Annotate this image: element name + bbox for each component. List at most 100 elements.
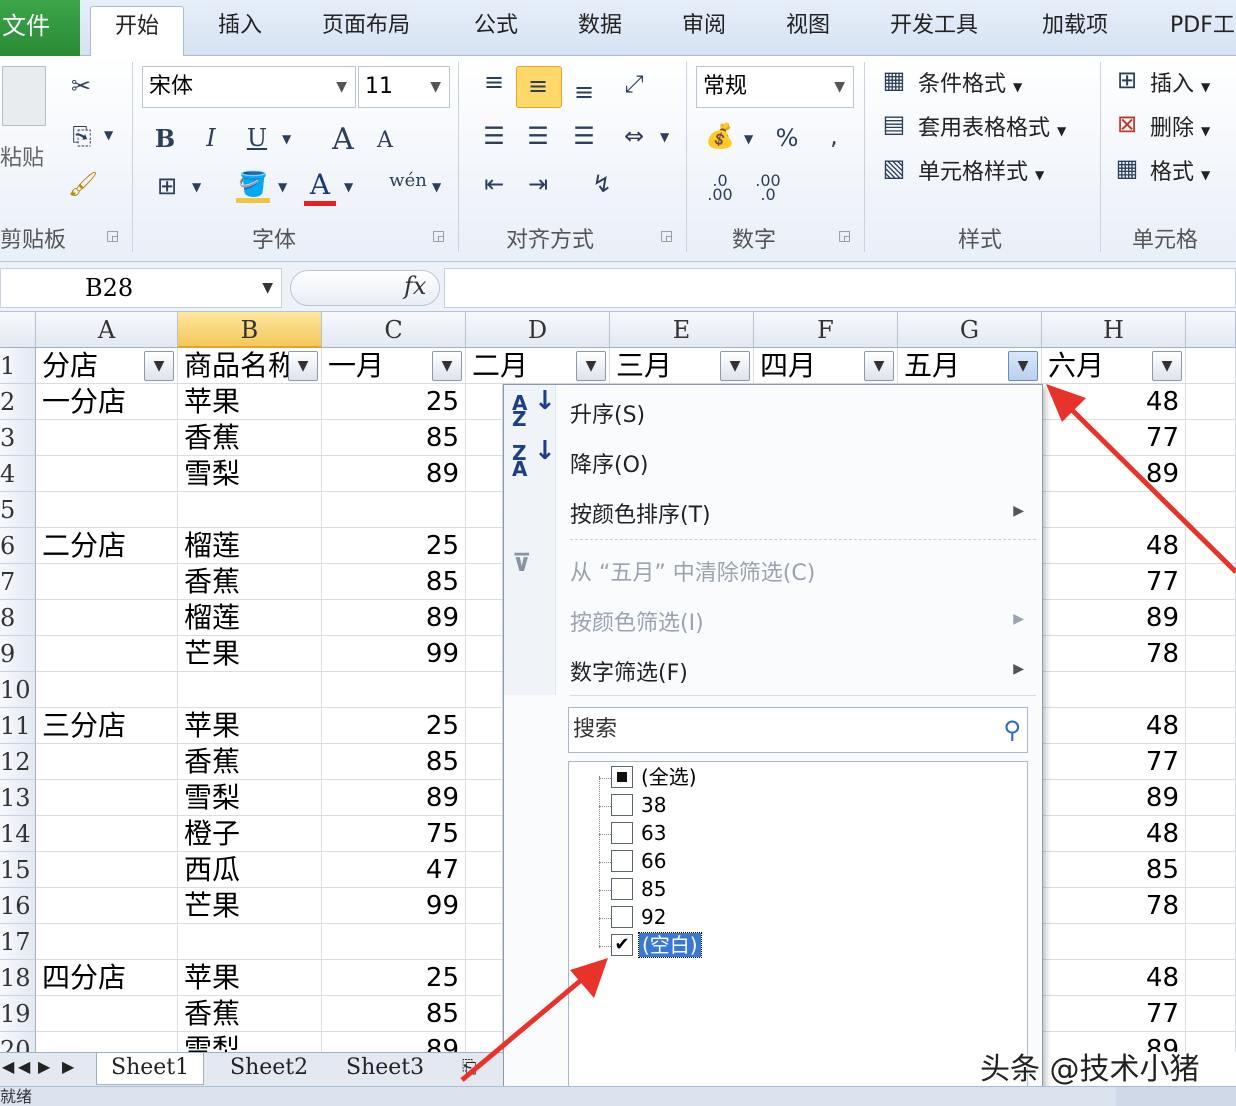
cell-jan[interactable]: 85 bbox=[322, 996, 466, 1032]
tab-review[interactable]: 审阅 bbox=[682, 6, 726, 56]
orientation-icon[interactable]: ⤢ bbox=[614, 70, 654, 98]
cell[interactable] bbox=[1186, 492, 1236, 528]
align-center-icon[interactable]: ☰ bbox=[520, 122, 556, 150]
insert-sheet-icon[interactable]: ⎗ bbox=[462, 1053, 476, 1085]
row-header[interactable]: 3 bbox=[0, 420, 36, 456]
cell-jun[interactable]: 77 bbox=[1042, 564, 1186, 600]
cell-jun[interactable] bbox=[1042, 924, 1186, 960]
checkbox[interactable] bbox=[611, 766, 633, 788]
cell-jun[interactable]: 89 bbox=[1042, 456, 1186, 492]
cell-jun[interactable]: 89 bbox=[1042, 600, 1186, 636]
cell[interactable] bbox=[1186, 888, 1236, 924]
cell-jun[interactable]: 77 bbox=[1042, 420, 1186, 456]
chevron-down-icon[interactable]: ▼ bbox=[344, 180, 353, 194]
cell-branch[interactable] bbox=[36, 600, 178, 636]
tab-pdf[interactable]: PDF工 bbox=[1170, 6, 1235, 56]
chevron-down-icon[interactable]: ▼ bbox=[432, 180, 441, 194]
cell[interactable] bbox=[466, 744, 503, 780]
row-header[interactable]: 1 bbox=[0, 348, 36, 384]
chevron-down-icon[interactable]: ▼ bbox=[278, 180, 287, 194]
tab-file[interactable]: 文件 bbox=[0, 0, 80, 56]
insert-cells-button[interactable]: 插入 ▼ bbox=[1150, 66, 1210, 98]
cell[interactable] bbox=[466, 996, 503, 1032]
cell-jun[interactable]: 48 bbox=[1042, 816, 1186, 852]
decrease-indent-icon[interactable]: ⇤ bbox=[476, 170, 512, 198]
cell-jan[interactable] bbox=[322, 492, 466, 528]
cell-product[interactable]: 芒果 bbox=[178, 888, 322, 924]
cell-jan[interactable]: 25 bbox=[322, 960, 466, 996]
row-header[interactable]: 10 bbox=[0, 672, 36, 708]
column-header[interactable]: E bbox=[610, 312, 754, 348]
cell-jan[interactable]: 99 bbox=[322, 636, 466, 672]
view-buttons[interactable] bbox=[1116, 1087, 1236, 1106]
cell-product[interactable]: 雪梨 bbox=[178, 456, 322, 492]
cell[interactable] bbox=[466, 564, 503, 600]
next-sheet-icon[interactable]: ▶ bbox=[38, 1057, 50, 1076]
cell[interactable] bbox=[1186, 636, 1236, 672]
cell-jan[interactable]: 25 bbox=[322, 528, 466, 564]
fill-color-icon[interactable]: 🪣 bbox=[236, 170, 270, 203]
checkbox[interactable] bbox=[611, 906, 633, 928]
cell-product[interactable]: 榴莲 bbox=[178, 600, 322, 636]
column-header[interactable]: C bbox=[322, 312, 466, 348]
column-header[interactable]: H bbox=[1042, 312, 1186, 348]
chevron-down-icon[interactable]: ▼ bbox=[744, 132, 753, 146]
sheet-tab-sheet3[interactable]: Sheet3 bbox=[338, 1053, 432, 1085]
launcher-icon[interactable]: ◲ bbox=[106, 228, 119, 244]
cell[interactable] bbox=[466, 1032, 503, 1052]
cell[interactable] bbox=[1186, 600, 1236, 636]
cell[interactable] bbox=[466, 456, 503, 492]
cell-product[interactable]: 苹果 bbox=[178, 960, 322, 996]
cell[interactable] bbox=[466, 636, 503, 672]
paste-button[interactable]: 粘贴 bbox=[0, 140, 44, 172]
row-header[interactable]: 16 bbox=[0, 888, 36, 924]
cell-jun[interactable]: 78 bbox=[1042, 888, 1186, 924]
increase-decimal-icon[interactable]: .0 .00 bbox=[700, 173, 740, 203]
cell-branch[interactable] bbox=[36, 672, 178, 708]
cell-branch[interactable] bbox=[36, 564, 178, 600]
row-header[interactable]: 2 bbox=[0, 384, 36, 420]
cell-product[interactable]: 苹果 bbox=[178, 384, 322, 420]
cell[interactable] bbox=[1186, 996, 1236, 1032]
menu-sort-descending[interactable]: 降序(O) bbox=[570, 447, 648, 479]
font-name-combo[interactable]: 宋体 ▼ bbox=[142, 66, 356, 108]
cell-product[interactable]: 榴莲 bbox=[178, 528, 322, 564]
column-header[interactable]: D bbox=[466, 312, 610, 348]
align-top-icon[interactable]: ≡ bbox=[476, 68, 512, 96]
row-header[interactable]: 7 bbox=[0, 564, 36, 600]
bold-button[interactable]: B bbox=[150, 124, 180, 153]
cell-jun[interactable]: 48 bbox=[1042, 528, 1186, 564]
cell-product[interactable]: 雪梨 bbox=[178, 1032, 322, 1052]
cell[interactable] bbox=[466, 852, 503, 888]
cell-product[interactable]: 苹果 bbox=[178, 708, 322, 744]
cell-jan[interactable]: 89 bbox=[322, 1032, 466, 1052]
row-header[interactable]: 6 bbox=[0, 528, 36, 564]
cell-branch[interactable] bbox=[36, 816, 178, 852]
filter-dropdown-button[interactable]: ▼ bbox=[1152, 351, 1182, 381]
cell-jun[interactable]: 48 bbox=[1042, 960, 1186, 996]
row-header[interactable]: 18 bbox=[0, 960, 36, 996]
cell[interactable] bbox=[1186, 672, 1236, 708]
row-header[interactable]: 9 bbox=[0, 636, 36, 672]
select-all-corner[interactable] bbox=[0, 312, 36, 348]
chevron-down-icon[interactable]: ▼ bbox=[192, 180, 201, 194]
cell[interactable] bbox=[466, 420, 503, 456]
cell[interactable] bbox=[466, 888, 503, 924]
cell-jun[interactable]: 85 bbox=[1042, 852, 1186, 888]
filter-dropdown-button[interactable]: ▼ bbox=[576, 351, 606, 381]
cell-branch[interactable] bbox=[36, 492, 178, 528]
cell-jan[interactable]: 47 bbox=[322, 852, 466, 888]
cell-branch[interactable]: 四分店 bbox=[36, 960, 178, 996]
name-box[interactable]: B28 ▼ bbox=[0, 268, 282, 308]
cell-branch[interactable]: 一分店 bbox=[36, 384, 178, 420]
sheet-tab-sheet2[interactable]: Sheet2 bbox=[222, 1053, 316, 1085]
cell-branch[interactable] bbox=[36, 924, 178, 960]
filter-dropdown-button[interactable]: ▼ bbox=[864, 351, 894, 381]
cell-branch[interactable]: 三分店 bbox=[36, 708, 178, 744]
column-header[interactable]: F bbox=[754, 312, 898, 348]
cell-product[interactable]: 橙子 bbox=[178, 816, 322, 852]
first-sheet-icon[interactable]: ◀ bbox=[2, 1057, 14, 1076]
cut-icon[interactable]: ✂ bbox=[66, 72, 96, 100]
tab-formulas[interactable]: 公式 bbox=[474, 6, 518, 56]
percent-button[interactable]: % bbox=[772, 124, 802, 152]
